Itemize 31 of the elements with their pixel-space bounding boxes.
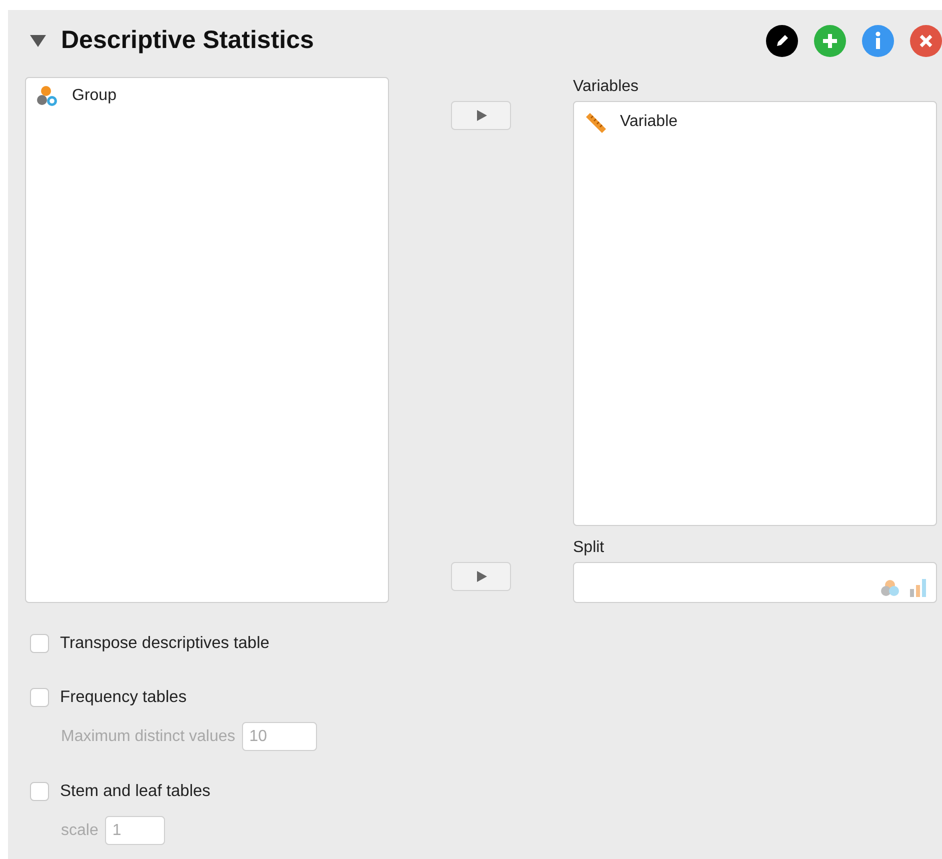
variable-item[interactable]: Variable (620, 113, 678, 131)
checkbox[interactable] (30, 782, 49, 800)
variable-item[interactable]: Group (72, 87, 116, 105)
field-label: Maximum distinct values (61, 728, 236, 746)
split-drop-field[interactable] (573, 562, 937, 603)
checkbox[interactable] (30, 634, 49, 652)
move-to-split-button[interactable] (451, 562, 511, 591)
available-variables-list[interactable]: Group (25, 77, 389, 603)
ruler-icon (584, 111, 608, 133)
checkbox[interactable] (30, 688, 49, 706)
nominal-variable-icon (36, 85, 60, 107)
plus-icon (821, 32, 839, 50)
add-button[interactable] (814, 24, 846, 56)
variables-list[interactable]: Variable (573, 101, 937, 526)
play-icon (476, 110, 486, 121)
play-icon (476, 571, 486, 582)
option-label[interactable]: Transpose descriptives table (60, 634, 270, 652)
panel-title: Descriptive Statistics (61, 26, 314, 55)
variables-label: Variables (573, 77, 640, 97)
move-to-variables-button[interactable] (451, 101, 511, 130)
edit-button[interactable] (766, 24, 798, 56)
info-icon (873, 30, 883, 50)
close-button[interactable] (910, 24, 942, 56)
field-label: scale (61, 822, 98, 840)
split-label: Split (573, 538, 606, 558)
option-label[interactable]: Stem and leaf tables (60, 782, 210, 800)
collapse-toggle-icon[interactable] (29, 34, 47, 48)
close-icon (918, 32, 934, 48)
option-label[interactable]: Frequency tables (60, 688, 187, 706)
info-button[interactable] (862, 24, 894, 56)
pencil-icon (774, 32, 790, 48)
